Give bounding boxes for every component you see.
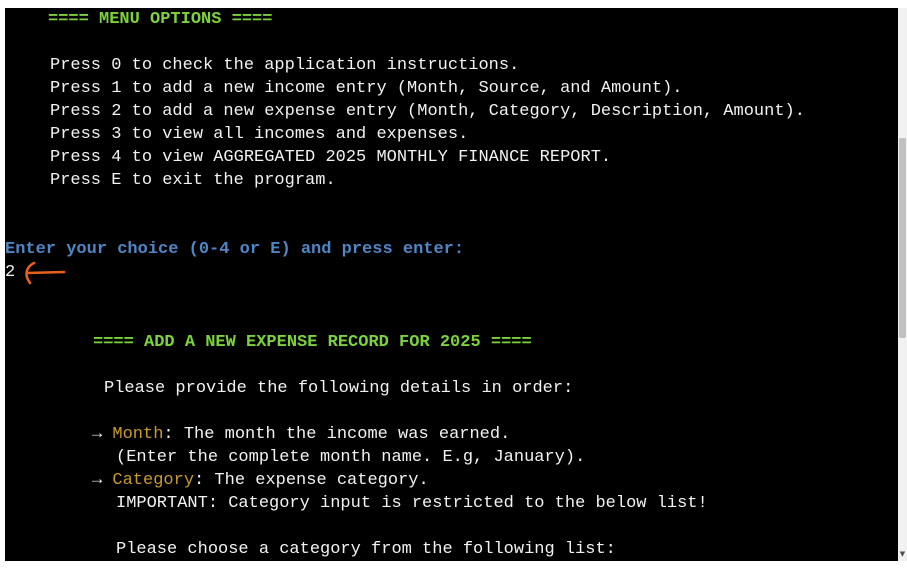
terminal-window[interactable]: ==== MENU OPTIONS ==== Press 0 to check … (5, 8, 898, 561)
menu-item-3: Press 3 to view all incomes and expenses… (50, 125, 469, 144)
month-description: : The month the income was earned. (163, 425, 511, 444)
menu-header: ==== MENU OPTIONS ==== (48, 10, 273, 29)
category-choose-prompt: Please choose a category from the follow… (116, 540, 616, 559)
month-label: Month (112, 425, 164, 444)
vertical-scrollbar[interactable]: ▼ (898, 8, 907, 561)
category-label: Category (112, 471, 195, 490)
scrollbar-thumb[interactable] (899, 138, 906, 338)
arrow-right-icon: → (92, 471, 103, 490)
menu-item-0: Press 0 to check the application instruc… (50, 56, 520, 75)
category-important-note: IMPORTANT: Category input is restricted … (116, 494, 708, 513)
menu-item-2: Press 2 to add a new expense entry (Mont… (50, 102, 805, 121)
menu-item-1: Press 1 to add a new income entry (Month… (50, 79, 683, 98)
menu-item-4: Press 4 to view AGGREGATED 2025 MONTHLY … (50, 148, 612, 167)
month-detail-line: → Month: The month the income was earned… (92, 425, 510, 445)
scroll-down-arrow-icon[interactable]: ▼ (898, 550, 907, 559)
choice-prompt: Enter your choice (0-4 or E) and press e… (5, 240, 465, 259)
category-description: : The expense category. (194, 471, 429, 490)
user-input-value[interactable]: 2 (5, 263, 15, 283)
category-detail-line: → Category: The expense category. (92, 471, 429, 491)
details-intro: Please provide the following details in … (104, 379, 574, 398)
arrow-right-icon: → (92, 425, 103, 444)
expense-record-header: ==== ADD A NEW EXPENSE RECORD FOR 2025 =… (93, 333, 532, 352)
hand-drawn-arrow-icon (25, 261, 66, 285)
month-hint: (Enter the complete month name. E.g, Jan… (116, 448, 586, 467)
menu-item-exit: Press E to exit the program. (50, 171, 336, 190)
